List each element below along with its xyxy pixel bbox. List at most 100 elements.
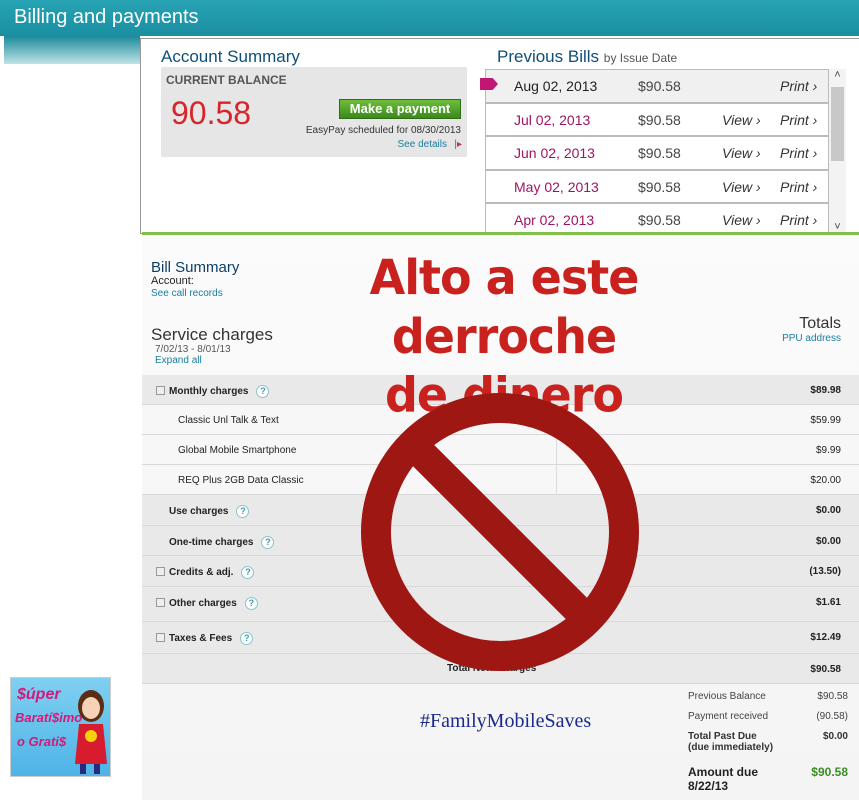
- bill-amount: $90.58: [638, 212, 681, 228]
- bill-amount: $90.58: [638, 145, 681, 161]
- view-link[interactable]: View ›: [722, 112, 761, 128]
- charge-label: Credits & adj.?: [169, 566, 255, 579]
- payment-received-value: (90.58): [816, 711, 848, 722]
- help-icon[interactable]: ?: [244, 597, 258, 610]
- bill-row[interactable]: Jun 02, 2013 $90.58 View › Print ›: [485, 136, 829, 170]
- charge-label: REQ Plus 2GB Data Classic: [178, 475, 304, 486]
- bill-amount: $90.58: [638, 178, 681, 195]
- bill-amount: $90.58: [638, 78, 681, 94]
- bill-summary-title: Bill Summary: [151, 259, 240, 276]
- charge-label: Classic Unl Talk & Text: [178, 415, 279, 426]
- amount-due-value: $90.58: [811, 765, 848, 779]
- flag-icon: [480, 78, 498, 90]
- charge-label: Other charges?: [169, 597, 258, 610]
- ppu-address-link[interactable]: PPU address: [782, 333, 841, 344]
- charge-label: Use charges?: [169, 505, 250, 518]
- view-link[interactable]: View ›: [722, 212, 761, 228]
- logo-line-3: o Grati$: [17, 734, 67, 749]
- charge-value: $0.00: [815, 536, 841, 547]
- help-icon[interactable]: ?: [261, 536, 275, 549]
- charge-value: $59.99: [810, 415, 841, 426]
- help-icon[interactable]: ?: [236, 505, 250, 518]
- previous-balance-label: Previous Balance: [688, 691, 766, 702]
- expand-all-link[interactable]: Expand all: [155, 355, 202, 366]
- previous-bills-label: Previous Bills: [497, 47, 600, 66]
- charge-value: $89.98: [810, 385, 841, 396]
- account-label: Account:: [151, 275, 194, 287]
- logo-line-1: $úper: [17, 686, 61, 703]
- charge-value: $9.99: [815, 445, 841, 456]
- bill-date: Apr 02, 2013: [514, 212, 595, 228]
- bill-date: Aug 02, 2013: [514, 78, 598, 94]
- total-past-due-label: Total Past Due (due immediately): [688, 731, 774, 753]
- print-link[interactable]: Print ›: [780, 112, 817, 128]
- bill-row[interactable]: May 02, 2013 $90.58 View › Print ›: [485, 169, 829, 203]
- balance-box: CURRENT BALANCE 90.58 Make a payment Eas…: [161, 67, 467, 157]
- account-summary-title: Account Summary: [161, 47, 300, 66]
- print-link[interactable]: Print ›: [780, 179, 817, 195]
- balance-amount: 90.58: [171, 95, 252, 131]
- cartoon-girl-icon: [75, 690, 107, 774]
- print-link[interactable]: Print ›: [780, 212, 817, 228]
- amount-due-label: Amount due 8/22/13: [688, 765, 758, 793]
- charge-value: (13.50): [809, 566, 841, 577]
- charge-value: $0.00: [815, 505, 841, 516]
- prohibited-icon: [361, 393, 639, 671]
- see-call-records-link[interactable]: See call records: [151, 288, 223, 299]
- charge-label: One-time charges?: [169, 536, 275, 549]
- totals-label: Totals: [799, 315, 841, 332]
- bill-date: Jun 02, 2013: [514, 145, 595, 161]
- print-link[interactable]: Print ›: [780, 145, 817, 161]
- bill-date: Jul 02, 2013: [514, 111, 591, 128]
- help-icon[interactable]: ?: [241, 566, 255, 579]
- previous-bills-title: Previous Bills by Issue Date: [497, 47, 677, 67]
- page-title: Billing and payments: [14, 6, 199, 28]
- make-payment-button[interactable]: Make a payment: [339, 99, 461, 119]
- previous-bills-list: Aug 02, 2013 $90.58 Print › Jul 02, 2013…: [480, 69, 829, 237]
- prohibited-slash: [407, 439, 593, 625]
- view-link[interactable]: View ›: [722, 145, 761, 161]
- expand-icon[interactable]: [156, 633, 165, 642]
- bills-scrollbar[interactable]: ˄ ˅: [829, 69, 846, 237]
- total-past-due-value: $0.00: [822, 731, 848, 742]
- charge-value: $12.49: [810, 632, 841, 643]
- total-new-charges-value: $90.58: [810, 664, 841, 675]
- brand-logo: $úper Baratí$imo o Grati$: [10, 677, 111, 777]
- payment-received-label: Payment received: [688, 711, 769, 722]
- previous-bills-subtitle: by Issue Date: [603, 51, 678, 65]
- billing-period: 7/02/13 - 8/01/13: [155, 344, 231, 355]
- page-header: Billing and payments: [0, 0, 859, 36]
- expand-icon[interactable]: [156, 598, 165, 607]
- overlay-line-1: Alto a este derroche: [369, 248, 640, 365]
- summary-line: Payment received (90.58): [688, 711, 848, 731]
- top-panel: Account Summary CURRENT BALANCE 90.58 Ma…: [140, 38, 859, 237]
- expand-icon[interactable]: [156, 567, 165, 576]
- easypay-note: EasyPay scheduled for 08/30/2013: [305, 125, 461, 136]
- balance-label: CURRENT BALANCE: [166, 73, 287, 87]
- chevron-right-icon: |▸: [454, 139, 462, 150]
- service-charges-title: Service charges: [151, 325, 273, 344]
- charge-label: Global Mobile Smartphone: [178, 445, 297, 456]
- help-icon[interactable]: ?: [240, 632, 254, 645]
- bill-date: May 02, 2013: [514, 178, 599, 195]
- expand-icon[interactable]: [156, 386, 165, 395]
- summary-line: Previous Balance $90.58: [688, 691, 848, 711]
- print-link[interactable]: Print ›: [780, 78, 817, 94]
- header-tab-shadow: [4, 36, 140, 64]
- bill-amount: $90.58: [638, 111, 681, 128]
- payment-summary: Previous Balance $90.58 Payment received…: [688, 691, 848, 763]
- chevron-up-icon[interactable]: ˄: [829, 69, 846, 85]
- bill-row[interactable]: Aug 02, 2013 $90.58 Print ›: [480, 69, 829, 103]
- charge-label: Monthly charges?: [169, 385, 270, 398]
- charge-label: Taxes & Fees?: [169, 632, 254, 645]
- charge-value: $1.61: [815, 597, 841, 608]
- bill-row[interactable]: Jul 02, 2013 $90.58 View › Print ›: [485, 102, 829, 136]
- scroll-thumb[interactable]: [831, 87, 844, 161]
- charge-value: $20.00: [810, 475, 841, 486]
- summary-line: Total Past Due (due immediately) $0.00: [688, 731, 848, 763]
- help-icon[interactable]: ?: [256, 385, 270, 398]
- amount-due: Amount due 8/22/13 $90.58: [688, 765, 848, 793]
- view-link[interactable]: View ›: [722, 179, 761, 195]
- see-details-link[interactable]: See details: [398, 139, 447, 150]
- previous-balance-value: $90.58: [817, 691, 848, 702]
